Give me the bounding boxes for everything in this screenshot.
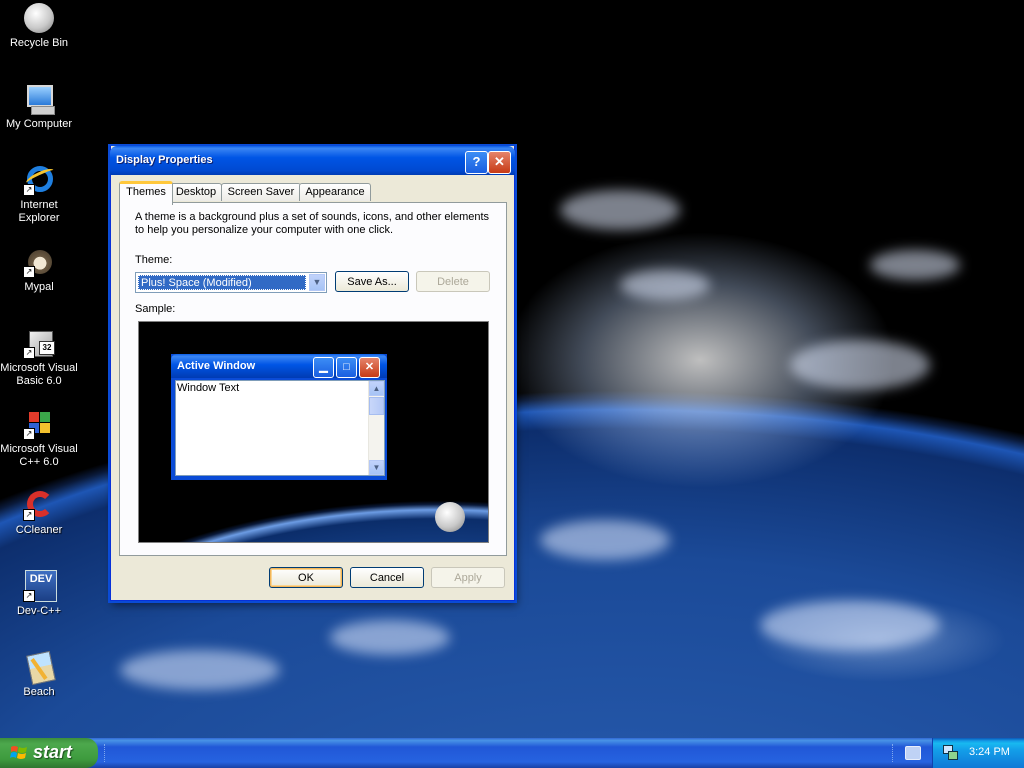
sample-window-body: Window Text ▲ ▼ <box>175 380 385 476</box>
desktop-icon-ccleaner[interactable]: ↗ CCleaner <box>0 489 78 537</box>
theme-label: Theme: <box>135 254 173 266</box>
system-tray: 3:24 PM <box>932 738 1024 768</box>
help-icon: ? <box>472 154 481 169</box>
sample-title-bar: Active Window ▁ □ ✕ <box>171 354 387 378</box>
ccleaner-icon: ↗ <box>23 489 55 521</box>
close-button[interactable]: ✕ <box>488 151 511 174</box>
sample-window-title: Active Window <box>177 360 256 372</box>
theme-sample-preview: Active Window ▁ □ ✕ Window Text ▲ ▼ <box>138 321 489 543</box>
close-icon: ✕ <box>359 357 380 378</box>
scroll-thumb <box>369 397 384 415</box>
recycle-bin-icon <box>23 2 55 34</box>
desktop-icon-label: Mypal <box>24 281 54 293</box>
network-icon[interactable] <box>943 745 958 760</box>
desktop-icon-label: Microsoft Visual C++ 6.0 <box>0 443 78 468</box>
internet-explorer-icon: ↗ <box>23 164 56 196</box>
beach-picture-icon <box>23 650 56 686</box>
tab-themes[interactable]: Themes <box>119 181 173 205</box>
chevron-down-icon[interactable]: ▼ <box>309 274 325 291</box>
display-properties-window: Display Properties ? ✕ Themes Desktop Sc… <box>110 146 515 601</box>
quick-launch-grip[interactable] <box>104 744 108 762</box>
desktop-icon-label: Internet Explorer <box>18 199 60 224</box>
delete-button[interactable]: Delete <box>416 271 490 292</box>
keyboard-icon[interactable] <box>905 746 921 760</box>
ok-button[interactable]: OK <box>269 567 343 588</box>
mypal-icon: ↗ <box>23 246 55 278</box>
sample-window-text: Window Text <box>177 382 240 394</box>
start-label: start <box>33 742 73 762</box>
moon-icon <box>435 502 465 532</box>
save-as-button[interactable]: Save As... <box>335 271 409 292</box>
apply-button[interactable]: Apply <box>431 567 505 588</box>
dev-cpp-icon: DEV ↗ <box>23 570 57 602</box>
tab-appearance[interactable]: Appearance <box>299 183 371 201</box>
desktop-icon-dev-cpp[interactable]: DEV ↗ Dev-C++ <box>0 570 78 618</box>
maximize-icon: □ <box>336 357 357 378</box>
sample-scrollbar: ▲ ▼ <box>368 381 384 475</box>
desktop-icon-mypal[interactable]: ↗ Mypal <box>0 246 78 294</box>
minimize-icon: ▁ <box>313 357 334 378</box>
window-title: Display Properties <box>116 154 213 166</box>
theme-description: A theme is a background plus a set of so… <box>135 211 490 236</box>
cancel-button[interactable]: Cancel <box>350 567 424 588</box>
desktop-icon-label: Dev-C++ <box>16 605 62 617</box>
desktop-icon-recycle-bin[interactable]: Recycle Bin <box>0 2 78 50</box>
desktop-icon-beach[interactable]: Beach <box>0 650 78 699</box>
desktop-icon-label: Recycle Bin <box>9 37 69 49</box>
desktop-icon-visual-cpp[interactable]: ↗ Microsoft Visual C++ 6.0 <box>0 408 78 469</box>
tab-screen-saver[interactable]: Screen Saver <box>221 183 301 201</box>
desktop-icon-label: CCleaner <box>15 524 63 536</box>
desktop-icon-internet-explorer[interactable]: ↗ Internet Explorer <box>0 164 78 225</box>
clock[interactable]: 3:24 PM <box>969 746 1010 758</box>
wallpaper-cloud <box>790 340 930 390</box>
desktop-icon-label: Microsoft Visual Basic 6.0 <box>0 362 78 387</box>
themes-panel: A theme is a background plus a set of so… <box>119 202 507 556</box>
theme-selected-value: Plus! Space (Modified) <box>138 275 306 290</box>
wallpaper-cloud <box>760 600 940 650</box>
theme-dropdown[interactable]: Plus! Space (Modified) ▼ <box>135 272 327 293</box>
wallpaper-cloud <box>540 520 670 560</box>
visual-cpp-icon: ↗ <box>23 408 55 440</box>
desktop-icon-label: My Computer <box>5 118 73 130</box>
title-bar[interactable]: Display Properties ? ✕ <box>110 146 515 175</box>
visual-basic-icon: 32 ↗ <box>23 327 55 359</box>
sample-label: Sample: <box>135 303 176 315</box>
windows-logo-icon <box>10 746 27 759</box>
sample-active-window: Active Window ▁ □ ✕ Window Text ▲ ▼ <box>171 354 387 480</box>
help-button[interactable]: ? <box>465 151 488 174</box>
close-icon: ✕ <box>494 154 505 169</box>
wallpaper-cloud <box>870 250 960 280</box>
taskbar: start 3:24 PM <box>0 738 1024 768</box>
wallpaper-cloud <box>620 270 710 300</box>
desktop-icon-visual-basic[interactable]: 32 ↗ Microsoft Visual Basic 6.0 <box>0 327 78 388</box>
desktop-icon-my-computer[interactable]: My Computer <box>0 83 78 131</box>
scroll-up-icon: ▲ <box>369 381 384 396</box>
start-button[interactable]: start <box>0 738 98 768</box>
tab-desktop[interactable]: Desktop <box>170 183 222 201</box>
my-computer-icon <box>23 83 55 115</box>
scroll-down-icon: ▼ <box>369 460 384 475</box>
toolbar-grip[interactable] <box>892 744 896 762</box>
wallpaper-cloud <box>560 190 680 230</box>
wallpaper-cloud <box>120 650 280 690</box>
desktop-icon-label: Beach <box>23 686 55 698</box>
wallpaper-cloud <box>330 620 450 655</box>
